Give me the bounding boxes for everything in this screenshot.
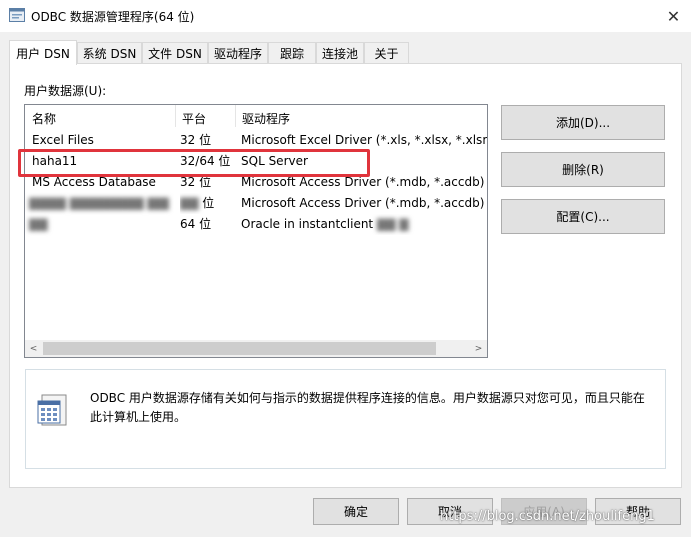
column-header-name[interactable]: 名称 xyxy=(25,107,175,129)
dsn-driver: Microsoft Access Driver (*.mdb, *.accdb) xyxy=(241,196,485,210)
tab-drivers[interactable]: 驱动程序 xyxy=(208,42,268,63)
list-item[interactable]: ▇▇ 64 位 Oracle in instantclient ▇▇ ▇ xyxy=(25,214,487,235)
dsn-name: Excel Files xyxy=(32,133,94,147)
horizontal-scrollbar[interactable]: < > xyxy=(25,340,487,357)
list-item[interactable]: Excel Files 32 位 Microsoft Excel Driver … xyxy=(25,130,487,151)
info-description: ODBC 用户数据源存储有关如何与指示的数据提供程序连接的信息。用户数据源只对您… xyxy=(90,391,645,424)
tab-user-dsn[interactable]: 用户 DSN xyxy=(9,40,77,65)
close-icon: ✕ xyxy=(666,6,681,26)
list-item[interactable]: ▇▇▇▇ ▇▇▇▇▇▇▇▇ ▇▇▇▇ ▇▇ 位 Microsoft Access… xyxy=(25,193,487,214)
odbc-app-icon xyxy=(9,8,25,22)
highlight-box xyxy=(18,149,370,177)
column-header-platform[interactable]: 平台 xyxy=(175,107,235,129)
dsn-platform: 32 位 xyxy=(180,133,212,147)
title-bar: ODBC 数据源管理程序(64 位) ✕ xyxy=(0,0,691,32)
user-dsn-list[interactable]: 名称 平台 驱动程序 Excel Files 32 位 Microsoft Ex… xyxy=(24,104,488,358)
dsn-platform: ▇▇ 位 xyxy=(180,196,215,210)
column-header-driver[interactable]: 驱动程序 xyxy=(235,107,487,129)
configure-button[interactable]: 配置(C)... xyxy=(501,199,665,234)
user-dsn-label: 用户数据源(U): xyxy=(24,84,107,98)
remove-button[interactable]: 删除(R) xyxy=(501,152,665,187)
dsn-driver: Oracle in instantclient ▇▇ ▇ xyxy=(241,217,409,231)
data-source-icon xyxy=(37,394,67,426)
tab-connection-pooling[interactable]: 连接池 xyxy=(316,42,364,63)
dsn-platform: 64 位 xyxy=(180,217,212,231)
scroll-right-icon[interactable]: > xyxy=(470,340,487,357)
tab-tracing[interactable]: 跟踪 xyxy=(268,42,316,63)
watermark-text: https://blog.csdn.net/zhoulifeng1 xyxy=(440,509,655,524)
dsn-name-redacted: ▇▇ xyxy=(29,217,48,231)
add-button[interactable]: 添加(D)... xyxy=(501,105,665,140)
dsn-name-redacted: ▇▇▇▇ ▇▇▇▇▇▇▇▇ ▇▇▇▇ xyxy=(29,196,169,210)
tab-file-dsn[interactable]: 文件 DSN xyxy=(142,42,208,63)
scrollbar-thumb[interactable] xyxy=(43,342,436,355)
tab-system-dsn[interactable]: 系统 DSN xyxy=(77,42,142,63)
close-button[interactable]: ✕ xyxy=(656,0,691,32)
ok-button[interactable]: 确定 xyxy=(313,498,399,525)
scroll-left-icon[interactable]: < xyxy=(25,340,42,357)
window-title: ODBC 数据源管理程序(64 位) xyxy=(31,10,195,24)
dsn-driver: Microsoft Excel Driver (*.xls, *.xlsx, *… xyxy=(241,133,487,147)
tab-about[interactable]: 关于 xyxy=(364,42,409,63)
